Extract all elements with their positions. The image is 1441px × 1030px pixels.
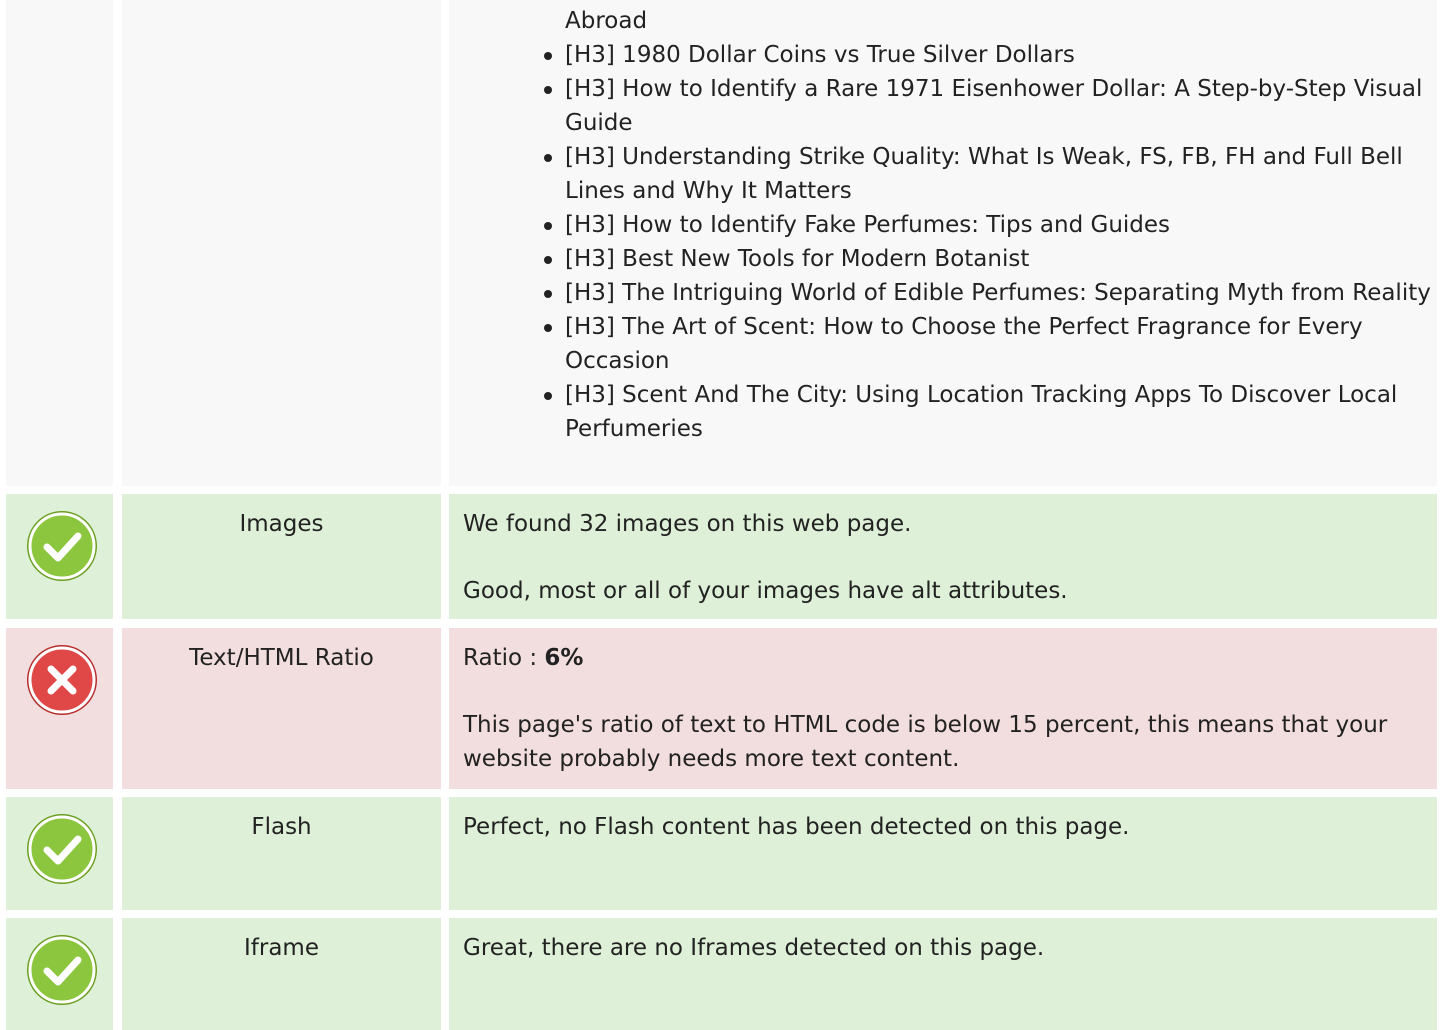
images-check-row: Images We found 32 images on this web pa… [0, 494, 1441, 619]
images-found-text: We found 32 images on this web page. [463, 511, 912, 537]
flash-check-row: Flash Perfect, no Flash content has been… [0, 797, 1441, 910]
list-item: [H3] Best New Tools for Modern Botanist [544, 242, 1437, 276]
check-icon [27, 511, 97, 581]
flash-text: Perfect, no Flash content has been detec… [463, 814, 1130, 840]
list-item: [H3] How to Identify a Rare 1971 Eisenho… [544, 72, 1437, 140]
label-cell [122, 0, 441, 486]
headings-content: Abroad [H3] 1980 Dollar Coins vs True Si… [449, 0, 1437, 486]
list-item: [H3] Scent And The City: Using Location … [544, 378, 1437, 446]
ratio-advice-text: This page's ratio of text to HTML code i… [463, 712, 1388, 772]
status-cell [6, 494, 113, 619]
check-label: Images [122, 494, 441, 619]
status-cell [6, 628, 113, 789]
check-icon [27, 935, 97, 1005]
heading-list: [H3] 1980 Dollar Coins vs True Silver Do… [449, 38, 1437, 446]
list-item: [H3] How to Identify Fake Perfumes: Tips… [544, 208, 1437, 242]
ratio-check-row: Text/HTML Ratio Ratio : 6% This page's r… [0, 628, 1441, 789]
ratio-line: Ratio : 6% [463, 641, 1437, 675]
images-alt-text: Good, most or all of your images have al… [463, 578, 1068, 604]
check-content: Great, there are no Iframes detected on … [449, 918, 1437, 1030]
check-label: Text/HTML Ratio [122, 628, 441, 789]
check-label: Iframe [122, 918, 441, 1030]
error-icon [27, 645, 97, 715]
iframe-text: Great, there are no Iframes detected on … [463, 935, 1045, 961]
check-label: Flash [122, 797, 441, 910]
list-item: [H3] The Art of Scent: How to Choose the… [544, 310, 1437, 378]
check-content: Perfect, no Flash content has been detec… [449, 797, 1437, 910]
ratio-value: 6% [544, 645, 584, 671]
status-cell [6, 0, 113, 486]
list-item: [H3] 1980 Dollar Coins vs True Silver Do… [544, 38, 1437, 72]
status-cell [6, 797, 113, 910]
check-icon [27, 814, 97, 884]
list-item: [H3] Understanding Strike Quality: What … [544, 140, 1437, 208]
headings-row: Abroad [H3] 1980 Dollar Coins vs True Si… [0, 0, 1441, 486]
list-item: [H3] The Intriguing World of Edible Perf… [544, 276, 1437, 310]
heading-continuation: Abroad [565, 8, 648, 34]
ratio-prefix: Ratio : [463, 645, 545, 671]
check-content: We found 32 images on this web page. Goo… [449, 494, 1437, 619]
status-cell [6, 918, 113, 1030]
iframe-check-row: Iframe Great, there are no Iframes detec… [0, 918, 1441, 1030]
check-content: Ratio : 6% This page's ratio of text to … [449, 628, 1437, 789]
